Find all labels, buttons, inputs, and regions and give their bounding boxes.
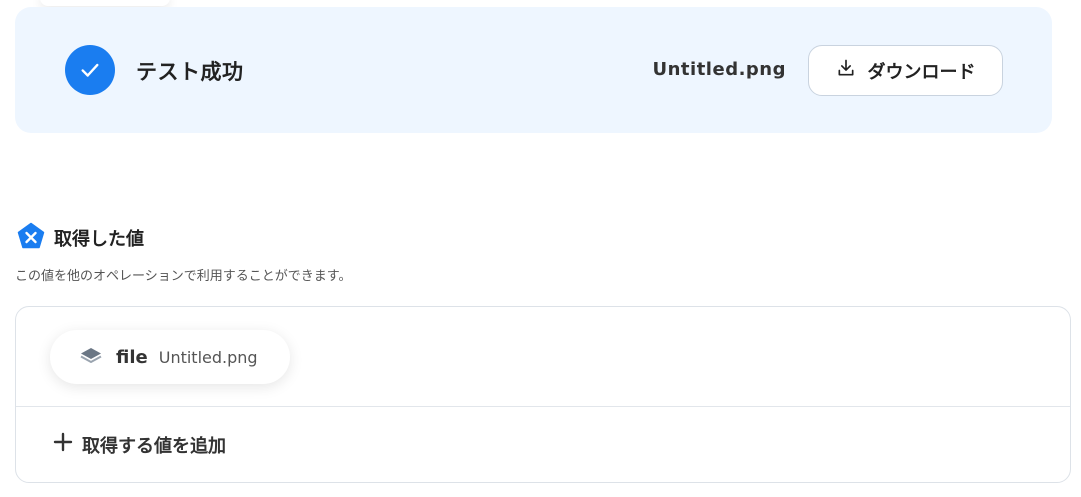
layers-icon [79,345,103,369]
download-label: ダウンロード [867,61,976,83]
variable-badge-icon [17,222,45,254]
add-value-button[interactable]: 取得する値を追加 [52,431,226,458]
download-button[interactable]: ダウンロード [808,45,1003,96]
divider [16,406,1070,407]
section-title: 取得した値 [54,229,144,250]
plus-icon [52,431,74,458]
top-card-edge [40,0,170,6]
add-value-label: 取得する値を追加 [82,435,226,457]
test-success-banner: テスト成功 Untitled.png ダウンロード [15,7,1052,133]
value-key: file [116,346,148,368]
download-icon [836,58,856,83]
value-chip-file[interactable]: file Untitled.png [50,330,290,384]
check-icon [65,45,115,95]
value-text: Untitled.png [158,347,258,367]
test-status-text: テスト成功 [136,60,244,84]
section-description: この値を他のオペレーションで利用することができます。 [15,269,352,284]
obtained-values-header: 取得した値 [17,222,144,254]
obtained-values-card: file Untitled.png 取得する値を追加 [15,306,1071,483]
result-file-name: Untitled.png [652,59,786,80]
